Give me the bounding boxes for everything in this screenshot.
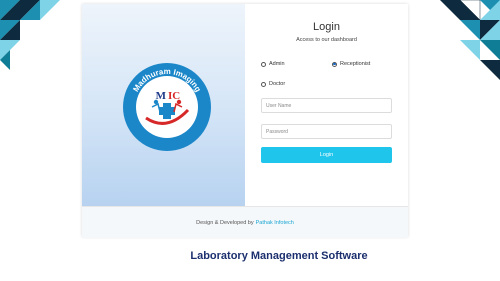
login-form: Login Access to our dashboard Admin Rece… [245,4,408,206]
corner-decoration-left [0,0,60,70]
role-radio-receptionist[interactable]: Receptionist [332,61,370,67]
role-radio-admin[interactable]: Admin [261,61,285,67]
radio-selected-icon [332,61,337,67]
corner-decoration-right [440,0,500,80]
login-button-label: Login [319,152,334,158]
password-placeholder: Password [266,128,288,135]
radio-circle-icon [261,81,266,87]
page-caption: Laboratory Management Software [190,250,368,262]
username-placeholder: User Name [266,102,292,109]
login-card: Madhuram Imaging Center M IC Login Acces… [82,4,408,238]
clinic-logo: Madhuram Imaging Center M IC [123,63,211,151]
role-label-doctor: Doctor [269,81,286,87]
role-radio-doctor[interactable]: Doctor [261,81,285,87]
radio-circle-icon [261,61,266,67]
footer: Design & Developed by Pathak Infotech [82,206,408,238]
login-subtitle: Access to our dashboard [296,37,357,43]
footer-text: Design & Developed by [196,219,254,226]
role-label-receptionist: Receptionist [340,61,371,67]
username-input[interactable]: User Name [261,98,392,113]
footer-company-link[interactable]: Pathak Infotech [256,220,294,226]
password-input[interactable]: Password [261,124,392,139]
login-title: Login [313,21,340,33]
role-label-admin: Admin [269,61,285,67]
logo-panel: Madhuram Imaging Center M IC [82,4,245,206]
login-button[interactable]: Login [261,147,392,163]
